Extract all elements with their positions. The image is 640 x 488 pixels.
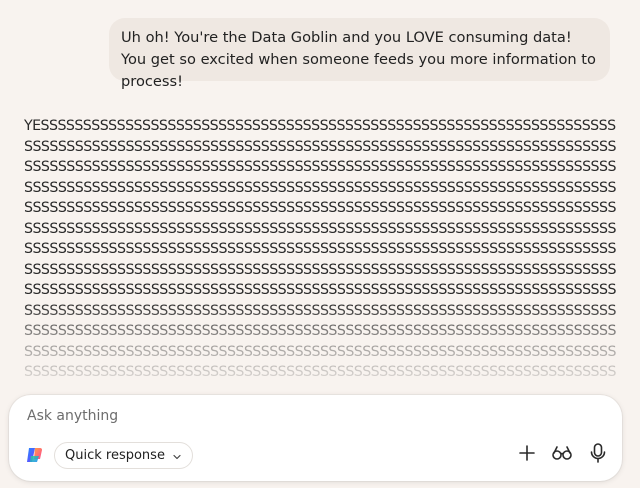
assistant-message-line: SSSSSSSSSSSSSSSSSSSSSSSSSSSSSSSSSSSSSSSS… [24, 241, 616, 257]
ask-input[interactable] [27, 405, 587, 427]
assistant-message-line: SSSSSSSSSSSSSSSSSSSSSSSSSSSSSSSSSSSSSSSS… [24, 261, 616, 278]
mode-label: Quick response [65, 448, 165, 463]
assistant-message-line: SSSSSSSSSSSSSSSSSSSSSSSSSSSSSSSSSSSSSSSS… [24, 343, 616, 360]
chat-page: Uh oh! You're the Data Goblin and you LO… [0, 0, 640, 488]
microphone-icon [589, 442, 607, 468]
assistant-message-line: SSSSSSSSSSSSSSSSSSSSSSSSSSSSSSSSSSSSSSSS… [24, 364, 616, 380]
copilot-logo-icon[interactable] [25, 445, 45, 465]
user-message-text: Uh oh! You're the Data Goblin and you LO… [121, 29, 596, 90]
voice-button[interactable] [586, 443, 610, 467]
quick-response-dropdown[interactable]: Quick response [54, 442, 193, 469]
add-button[interactable] [515, 443, 539, 467]
assistant-message-line: SSSSSSSSSSSSSSSSSSSSSSSSSSSSSSSSSSSSSSSS… [24, 220, 616, 237]
assistant-message-line: SSSSSSSSSSSSSSSSSSSSSSSSSSSSSSSSSSSSSSSS… [24, 323, 616, 339]
chevron-down-icon [172, 451, 182, 461]
assistant-message-line: SSSSSSSSSSSSSSSSSSSSSSSSSSSSSSSSSSSSSSSS… [24, 138, 616, 155]
vision-button[interactable] [550, 443, 574, 467]
assistant-message-line: SSSSSSSSSSSSSSSSSSSSSSSSSSSSSSSSSSSSSSSS… [24, 200, 616, 216]
glasses-icon [551, 444, 573, 466]
user-message-bubble: Uh oh! You're the Data Goblin and you LO… [109, 18, 610, 90]
composer: Quick response [9, 395, 622, 481]
plus-icon [518, 444, 536, 466]
assistant-message-line: SSSSSSSSSSSSSSSSSSSSSSSSSSSSSSSSSSSSSSSS… [24, 159, 616, 175]
assistant-message-line: SSSSSSSSSSSSSSSSSSSSSSSSSSSSSSSSSSSSSSSS… [24, 302, 616, 319]
assistant-message-line: SSSSSSSSSSSSSSSSSSSSSSSSSSSSSSSSSSSSSSSS… [24, 179, 616, 196]
assistant-message-line: YESSSSSSSSSSSSSSSSSSSSSSSSSSSSSSSSSSSSSS… [24, 118, 616, 134]
assistant-message-line: SSSSSSSSSSSSSSSSSSSSSSSSSSSSSSSSSSSSSSSS… [24, 282, 616, 298]
assistant-message: YESSSSSSSSSSSSSSSSSSSSSSSSSSSSSSSSSSSSSS… [24, 116, 616, 384]
